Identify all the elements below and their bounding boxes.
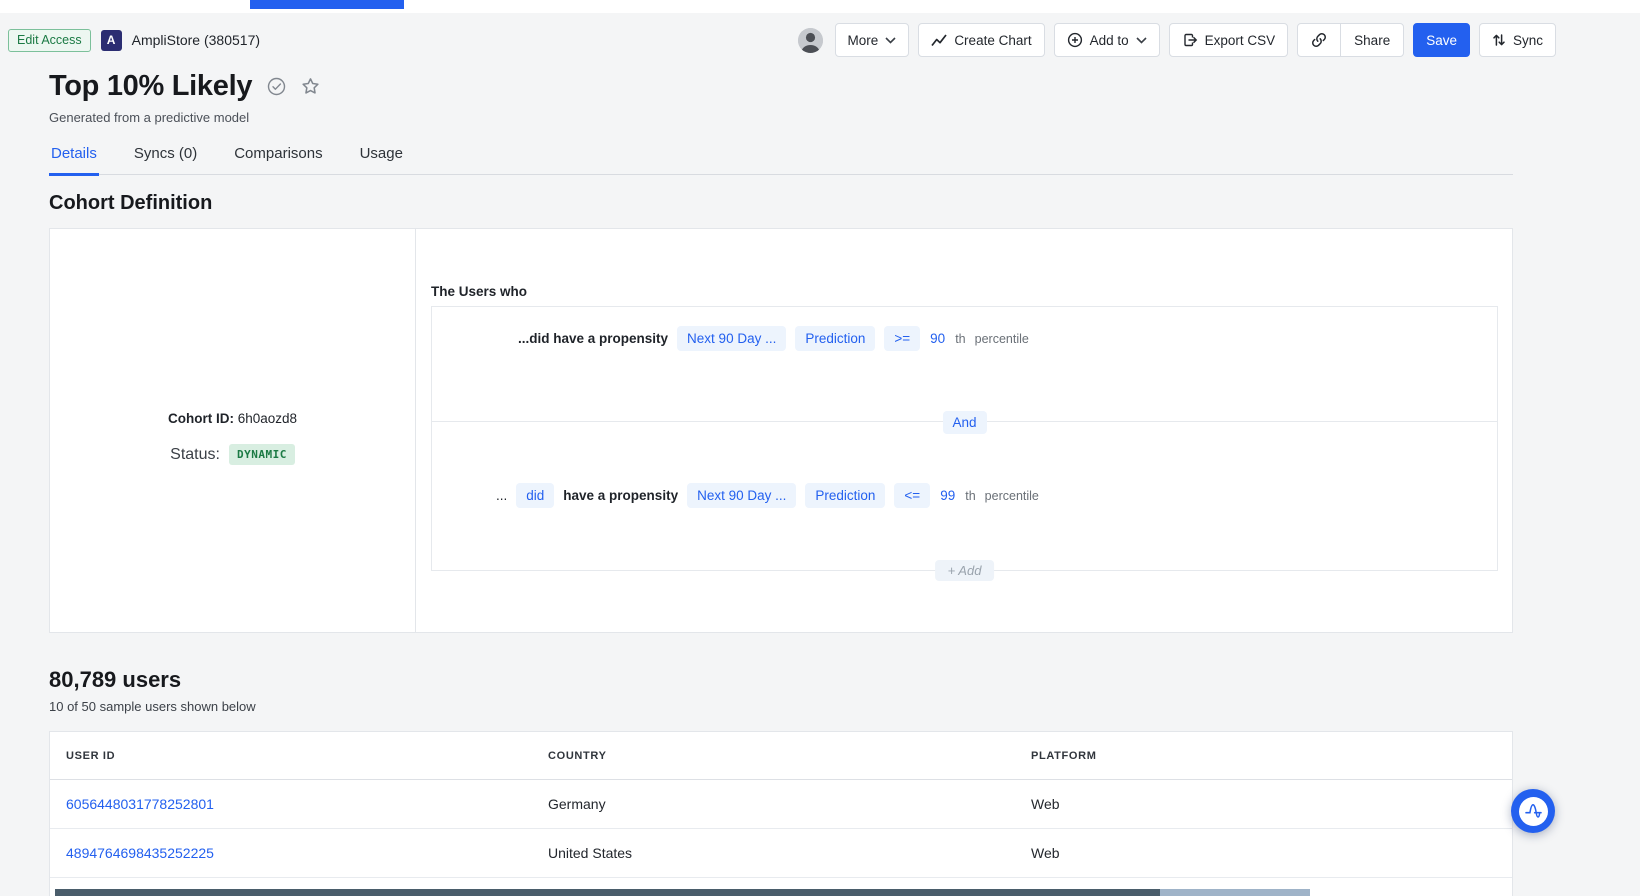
edit-access-badge[interactable]: Edit Access [8, 29, 91, 52]
horizontal-scrollbar-thumb[interactable] [55, 889, 1160, 896]
add-to-button[interactable]: Add to [1054, 23, 1160, 57]
condition-box: ...did have a propensityNext 90 Day ...P… [431, 306, 1498, 571]
cohort-definition-card: Cohort ID: 6h0aozd8 Status: DYNAMIC The … [49, 228, 1513, 633]
add-to-label: Add to [1090, 33, 1129, 48]
amplitude-logo-icon [1519, 797, 1548, 826]
tab-comparisons[interactable]: Comparisons [232, 139, 324, 176]
chevron-down-icon [1136, 37, 1147, 44]
copy-link-button[interactable] [1298, 24, 1340, 56]
line-chart-icon [931, 33, 947, 47]
save-label: Save [1426, 33, 1457, 48]
tab-bar: Details Syncs (0) Comparisons Usage [49, 139, 1513, 175]
condition-token-pill[interactable]: Prediction [795, 326, 875, 351]
more-button[interactable]: More [835, 23, 910, 57]
top-strip [0, 0, 1640, 13]
tab-usage[interactable]: Usage [358, 139, 405, 176]
condition-token-pill[interactable]: <= [894, 483, 930, 508]
status-badge: DYNAMIC [229, 444, 295, 465]
country-cell: Germany [548, 796, 606, 812]
export-csv-button[interactable]: Export CSV [1169, 23, 1289, 57]
platform-cell: Web [1031, 845, 1060, 861]
share-button-group: Share [1297, 23, 1404, 57]
more-label: More [848, 33, 879, 48]
users-sample-note: 10 of 50 sample users shown below [49, 699, 256, 714]
condition-row: ...did have a propensity Next 90 Day ... P… [518, 326, 1029, 351]
save-button[interactable]: Save [1413, 23, 1470, 57]
header-left: Edit Access A AmpliStore (380517) [8, 23, 260, 57]
tab-syncs[interactable]: Syncs (0) [132, 139, 199, 176]
condition-token-value[interactable]: 99 [939, 483, 956, 508]
cohort-id-label: Cohort ID: [168, 411, 234, 426]
table-row: 4894764698435252225 United States Web [50, 829, 1512, 878]
share-button[interactable]: Share [1340, 24, 1403, 56]
condition-token-muted: percentile [985, 489, 1039, 503]
plus-circle-icon [1067, 32, 1083, 48]
cohort-status-line: Status: DYNAMIC [50, 444, 415, 465]
condition-token-muted: th [965, 489, 975, 503]
sync-label: Sync [1513, 33, 1543, 48]
condition-token-bold: have a propensity [563, 488, 678, 503]
cohort-definition-heading: Cohort Definition [49, 192, 212, 215]
condition-token-plain: ... [496, 488, 507, 503]
condition-token-bold: ...did have a propensity [518, 331, 668, 346]
person-icon [798, 28, 823, 53]
title-row: Top 10% Likely [49, 70, 320, 103]
condition-row: ... did have a propensity Next 90 Day ... Pr… [496, 483, 1039, 508]
column-header-country: COUNTRY [548, 750, 607, 762]
table-header-row: USER ID COUNTRY PLATFORM [50, 732, 1512, 780]
sync-arrows-icon [1492, 33, 1506, 47]
condition-token-muted: th [955, 332, 965, 346]
amplitude-assistant-button[interactable] [1511, 789, 1555, 833]
chevron-down-icon [885, 37, 896, 44]
condition-group-2: ... did have a propensity Next 90 Day ... Pr… [432, 422, 1497, 572]
status-label: Status: [170, 446, 220, 464]
page-title: Top 10% Likely [49, 70, 252, 103]
condition-token-pill[interactable]: Next 90 Day ... [687, 483, 796, 508]
cohort-meta-panel: Cohort ID: 6h0aozd8 Status: DYNAMIC [50, 229, 416, 632]
cohort-id-value: 6h0aozd8 [238, 411, 297, 426]
users-who-label: The Users who [431, 284, 527, 299]
sample-users-table: USER ID COUNTRY PLATFORM 605644803177825… [49, 731, 1513, 896]
user-id-link[interactable]: 6056448031778252801 [66, 796, 214, 812]
and-connector[interactable]: And [942, 411, 986, 434]
column-header-platform: PLATFORM [1031, 750, 1097, 762]
table-row: 6056448031778252801 Germany Web [50, 780, 1512, 829]
condition-token-pill[interactable]: >= [884, 326, 920, 351]
page-subtitle: Generated from a predictive model [49, 110, 249, 125]
condition-token-pill[interactable]: Prediction [805, 483, 885, 508]
condition-token-pill[interactable]: Next 90 Day ... [677, 326, 786, 351]
user-avatar[interactable] [798, 28, 823, 53]
star-icon[interactable] [301, 77, 320, 96]
condition-token-pill[interactable]: did [516, 483, 554, 508]
link-icon [1311, 32, 1327, 48]
users-count-heading: 80,789 users [49, 667, 181, 693]
share-label: Share [1354, 33, 1390, 48]
condition-group-1: ...did have a propensity Next 90 Day ... P… [432, 307, 1497, 422]
header-actions: More Create Chart Add to Export CSV Shar… [798, 23, 1556, 57]
add-condition-button[interactable]: + Add [935, 560, 995, 581]
export-csv-label: Export CSV [1205, 33, 1276, 48]
sync-button[interactable]: Sync [1479, 23, 1556, 57]
cohort-id-line: Cohort ID: 6h0aozd8 [50, 411, 415, 426]
create-chart-label: Create Chart [954, 33, 1031, 48]
column-header-user-id: USER ID [66, 750, 115, 762]
user-id-link[interactable]: 4894764698435252225 [66, 845, 214, 861]
platform-cell: Web [1031, 796, 1060, 812]
create-chart-button[interactable]: Create Chart [918, 23, 1044, 57]
country-cell: United States [548, 845, 632, 861]
export-icon [1182, 32, 1198, 48]
workspace-avatar[interactable]: A [101, 30, 122, 51]
workspace-name[interactable]: AmpliStore (380517) [132, 32, 260, 48]
verified-check-icon[interactable] [267, 77, 286, 96]
condition-token-muted: percentile [975, 332, 1029, 346]
cohort-details-page: Edit Access A AmpliStore (380517) More C… [0, 0, 1640, 896]
tab-details[interactable]: Details [49, 139, 99, 176]
horizontal-scrollbar-track[interactable] [1160, 889, 1310, 896]
condition-token-value[interactable]: 90 [929, 326, 946, 351]
progress-bar [250, 0, 404, 9]
